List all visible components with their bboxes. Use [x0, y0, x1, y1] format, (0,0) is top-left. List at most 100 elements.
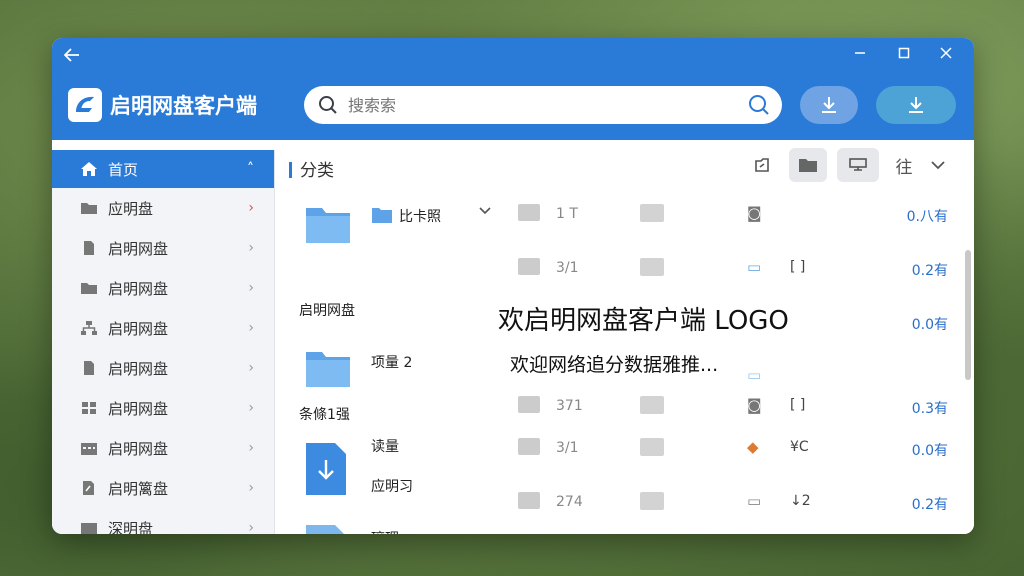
table-row[interactable]: 274 ▭ ↓2 0.2有	[500, 478, 960, 530]
sidebar-item[interactable]: 启明网盘 ›	[52, 268, 274, 308]
download-button[interactable]	[800, 86, 858, 124]
sidebar-item[interactable]: 启明网盘 ›	[52, 228, 274, 268]
chevron-right-icon: ›	[248, 520, 254, 534]
maximize-button[interactable]	[892, 44, 916, 63]
sidebar-item[interactable]: 启明网盘 ›	[52, 308, 274, 348]
folder-icon	[306, 352, 350, 387]
camera-icon: ◙	[747, 396, 762, 414]
row-size: 0.0有	[911, 317, 948, 333]
folder-icon	[799, 159, 817, 172]
folder-icon	[640, 258, 664, 276]
file-tile[interactable]	[305, 442, 347, 496]
folder-tile[interactable]	[371, 206, 393, 224]
scrollbar[interactable]	[964, 240, 972, 532]
file-tile[interactable]	[305, 524, 347, 534]
tile-label: 启明网盘	[299, 303, 355, 319]
calendar-icon	[81, 523, 97, 534]
edit-document-icon	[83, 481, 94, 495]
network-icon	[81, 321, 97, 335]
table-row[interactable]: 3/1 ◆ ¥C 0.0有	[500, 424, 960, 476]
chevron-right-icon: ›	[248, 240, 254, 256]
tile-label: 读量	[371, 439, 399, 455]
sidebar-item[interactable]: 深明盘 ›	[52, 508, 274, 534]
row-extra: ¥C	[790, 439, 809, 455]
file-grid: 启明网盘 比卡照 项量 2 条條1强 读量 应明习 璃理	[275, 190, 500, 534]
sidebar: 首页 ˄ 应明盘 › 启明网盘 › 启明网盘 › 启明网盘 › 启明网盘 › 启…	[52, 150, 275, 534]
sidebar-item-label: 启明网盘	[108, 279, 169, 298]
chevron-right-icon: ›	[248, 320, 254, 336]
folder-tile[interactable]	[305, 348, 351, 388]
breadcrumb-label: 分类	[300, 161, 334, 181]
document-icon	[84, 241, 94, 255]
chevron-right-icon: ›	[248, 360, 254, 376]
sidebar-item-label: 启明网盘	[108, 439, 169, 458]
sidebar-item-label: 启明网盘	[108, 399, 169, 418]
chevron-down-icon	[931, 161, 945, 170]
breadcrumb-marker	[289, 162, 292, 178]
sidebar-item[interactable]: 启明网盘 ›	[52, 428, 274, 468]
sidebar-item-label: 深明盘	[108, 519, 154, 535]
chevron-right-icon: ›	[248, 200, 254, 216]
sidebar-item[interactable]: 启明网盘 ›	[52, 348, 274, 388]
sort-dropdown[interactable]	[923, 148, 953, 182]
chevron-right-icon: ›	[248, 440, 254, 456]
row-count: 371	[556, 398, 583, 414]
cloud-drive-logo-icon	[68, 88, 102, 122]
app-icon: ◆	[747, 438, 759, 456]
tile-label: 条條1强	[299, 407, 350, 423]
search-box[interactable]	[304, 86, 782, 124]
row-count: 274	[556, 494, 583, 510]
minimize-button[interactable]	[848, 44, 872, 63]
list-view-button[interactable]	[837, 148, 879, 182]
folder-icon	[306, 208, 350, 243]
tile-dropdown[interactable]	[479, 204, 491, 220]
row-extra: [ ]	[790, 259, 806, 275]
folder-icon	[640, 204, 664, 222]
sidebar-item[interactable]: 应明盘 ›	[52, 188, 274, 228]
app-window: 启明网盘客户端 首页 ˄ 应明盘 › 启明网盘 ›	[52, 38, 974, 534]
sidebar-item-label: 启明网盘	[108, 359, 169, 378]
tile-label: 应明习	[371, 479, 413, 495]
chat-icon: ▭	[747, 258, 762, 276]
row-size: 0.3有	[911, 401, 948, 417]
sidebar-item[interactable]: 启明篱盘 ›	[52, 468, 274, 508]
chevron-right-icon: ›	[248, 280, 254, 296]
folder-icon	[518, 258, 540, 275]
search-input[interactable]	[346, 94, 730, 116]
folder-icon	[81, 283, 97, 294]
folder-view-button[interactable]	[789, 148, 827, 182]
close-button[interactable]	[934, 44, 958, 63]
sort-button[interactable]: 往	[885, 148, 923, 182]
folder-tile[interactable]	[305, 204, 351, 244]
app-title: 启明网盘客户端	[110, 94, 257, 118]
main-panel: 分类 往 启明网盘 比卡照 项量 2 条條1强 读量 应明习 1 T ◙ 0.八…	[275, 140, 974, 534]
folder-icon	[640, 396, 664, 414]
chevron-right-icon: ›	[248, 400, 254, 416]
scrollbar-thumb[interactable]	[965, 250, 971, 380]
row-size: 0.2有	[911, 497, 948, 513]
search-submit-icon[interactable]	[748, 94, 770, 116]
overlay-subtitle: 欢迎网络追分数据雅推...	[510, 354, 719, 376]
view-list-icon	[849, 158, 867, 171]
sidebar-item-label: 启明网盘	[108, 239, 169, 258]
share-icon	[755, 158, 769, 172]
calendar-icon	[81, 443, 97, 455]
table-row[interactable]: 3/1 ▭ [ ] 0.2有	[500, 244, 960, 296]
document-icon	[84, 361, 94, 375]
table-row[interactable]: 1 T ◙ 0.八有	[500, 190, 960, 242]
minimize-icon	[855, 52, 865, 54]
chevron-up-icon: ˄	[247, 161, 254, 177]
download-icon	[822, 97, 836, 113]
sidebar-item-label: 启明网盘	[108, 319, 169, 338]
brand: 启明网盘客户端	[68, 88, 257, 122]
sidebar-item-home[interactable]: 首页 ˄	[52, 150, 274, 188]
back-button[interactable]	[63, 46, 80, 67]
share-button[interactable]	[743, 148, 781, 182]
row-size: 0.八有	[906, 209, 948, 225]
home-icon	[81, 162, 97, 176]
transfer-button[interactable]	[876, 86, 956, 124]
sidebar-item[interactable]: 启明网盘 ›	[52, 388, 274, 428]
arrow-left-icon	[63, 48, 79, 62]
folder-icon	[372, 208, 392, 223]
row-count: 3/1	[556, 260, 579, 276]
